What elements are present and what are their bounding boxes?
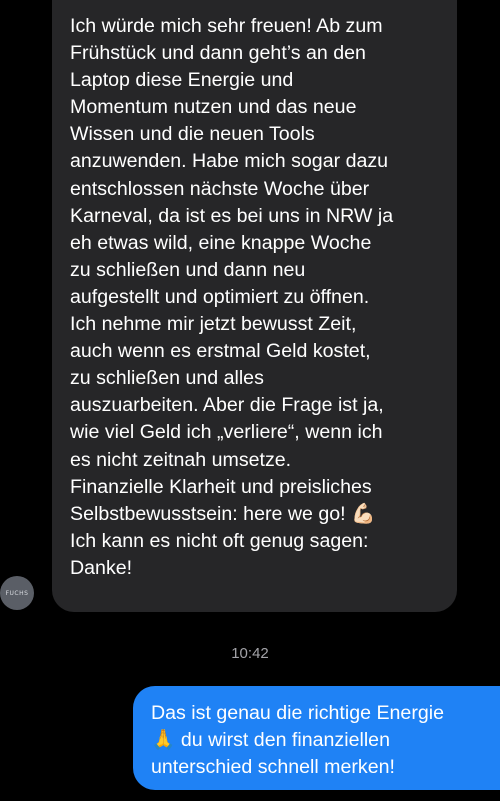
- outgoing-message-bubble[interactable]: Das ist genau die richtige Energie 🙏 du …: [133, 686, 500, 790]
- incoming-message-text: Ich würde mich sehr freuen! Ab zum Frühs…: [70, 15, 394, 579]
- outgoing-message-text: Das ist genau die richtige Energie 🙏 du …: [151, 702, 444, 778]
- avatar-label: FUCHS: [5, 589, 29, 597]
- message-timestamp: 10:42: [231, 645, 269, 662]
- incoming-message-bubble[interactable]: Ich würde mich sehr freuen! Ab zum Frühs…: [52, 0, 457, 612]
- sender-avatar[interactable]: FUCHS: [0, 576, 34, 610]
